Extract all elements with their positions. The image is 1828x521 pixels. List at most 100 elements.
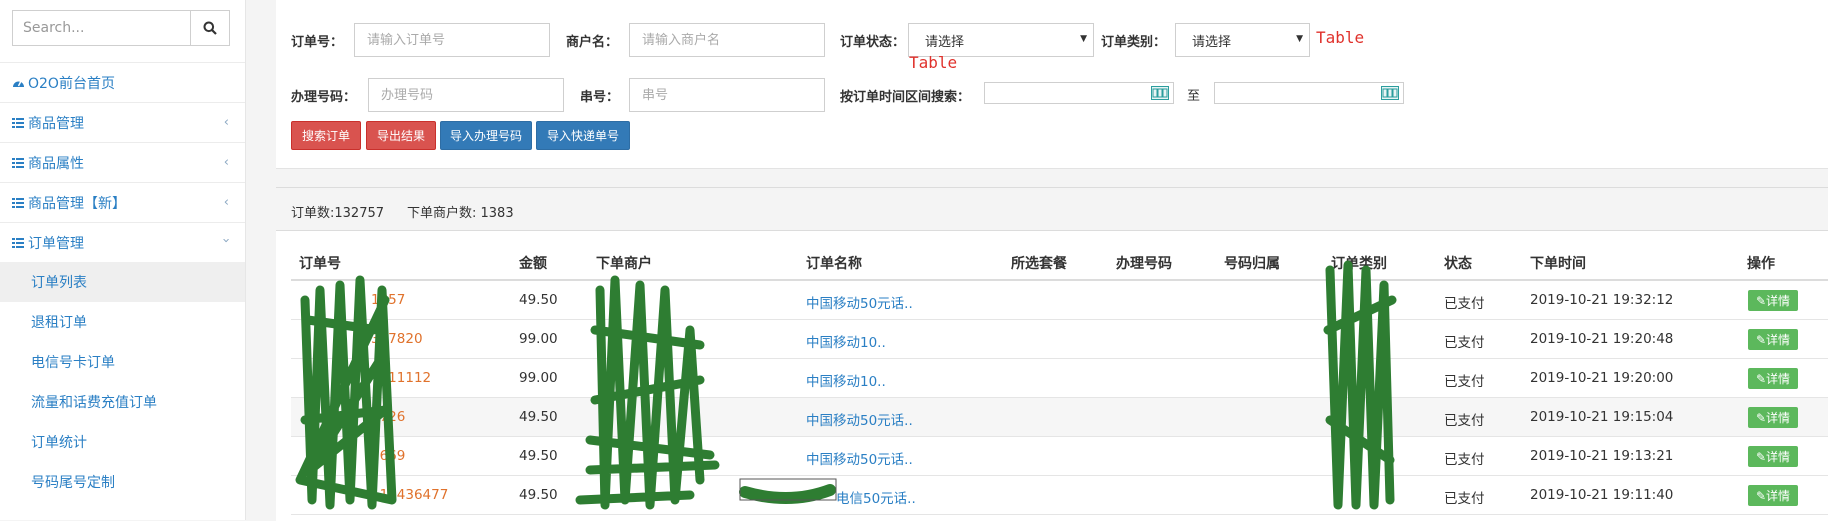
amount-cell: 49.50	[519, 292, 558, 308]
sidebar-subitem-stats[interactable]: 订单统计	[0, 422, 245, 462]
col-header-number-region: 号码归属	[1224, 256, 1280, 272]
col-header-status: 状态	[1444, 256, 1472, 272]
calendar-icon	[1381, 86, 1399, 100]
order-no-link[interactable]: 1857	[371, 292, 405, 308]
sidebar-item-o2o-home[interactable]: O2O前台首页	[0, 62, 245, 102]
detail-button-label: 详情	[1766, 450, 1791, 464]
chevron-left-icon: ‹	[223, 155, 229, 170]
sidebar-subitem-telecom-card[interactable]: 电信号卡订单	[0, 342, 245, 382]
sidebar-subitem-label: 号码尾号定制	[31, 475, 115, 491]
serial-label: 串号：	[580, 90, 620, 105]
amount-cell: 49.50	[519, 409, 558, 425]
table-row: 9726 49.50 中国移动50元话.. 已支付 2019-10-21 19:…	[291, 398, 1828, 437]
order-no-link[interactable]: 2669	[371, 448, 405, 464]
sidebar-subitem-refund-orders[interactable]: 退租订单	[0, 302, 245, 342]
detail-button[interactable]: ✎ 详情	[1748, 368, 1798, 389]
serial-input[interactable]	[629, 78, 825, 112]
col-header-handle-no: 办理号码	[1116, 256, 1172, 272]
sidebar-subitem-recharge[interactable]: 流量和话费充值订单	[0, 382, 245, 422]
col-header-time: 下单时间	[1530, 256, 1586, 272]
chevron-left-icon: ‹	[223, 195, 229, 210]
sidebar-item-label: 商品管理	[28, 115, 84, 132]
sidebar: O2O前台首页 商品管理 ‹ 商品属性 ‹ 商品管理【新】 ‹	[0, 0, 246, 520]
status-cell: 已支付	[1444, 452, 1485, 468]
col-header-order-name: 订单名称	[806, 256, 862, 272]
caret-down-icon: ▼	[1080, 34, 1087, 44]
detail-button[interactable]: ✎ 详情	[1748, 407, 1798, 428]
sidebar-item-orders[interactable]: 订单管理 ‹	[0, 222, 245, 262]
sidebar-item-goods-new[interactable]: 商品管理【新】 ‹	[0, 182, 245, 222]
amount-cell: 99.00	[519, 331, 558, 347]
col-header-category: 订单类别	[1331, 256, 1387, 272]
order-no-input[interactable]	[354, 23, 550, 57]
amount-cell: 99.00	[519, 370, 558, 386]
order-name-link[interactable]: 电信50元话..	[836, 487, 916, 507]
chevron-left-icon: ‹	[223, 115, 229, 130]
handle-no-input[interactable]	[368, 78, 564, 112]
detail-button-label: 详情	[1766, 372, 1791, 386]
status-cell: 已支付	[1444, 374, 1485, 390]
start-date-input[interactable]	[984, 82, 1174, 104]
sidebar-subitem-tail-number[interactable]: 号码尾号定制	[0, 462, 245, 502]
order-name-link[interactable]: 中国移动50元话..	[806, 409, 913, 429]
order-no-label: 订单号：	[291, 35, 344, 50]
status-cell: 已支付	[1444, 491, 1485, 507]
merchant-input[interactable]	[629, 23, 825, 57]
order-no-link[interactable]: 337820	[371, 331, 423, 347]
order-no-link[interactable]: 9726	[371, 409, 405, 425]
time-cell: 2019-10-21 19:32:12	[1530, 292, 1674, 308]
sidebar-item-goods[interactable]: 商品管理 ‹	[0, 102, 245, 142]
order-name-link[interactable]: 中国移动50元话..	[806, 292, 913, 312]
time-cell: 2019-10-21 19:20:00	[1530, 370, 1674, 386]
results-summary: 订单数:132757 下单商户数: 1383	[276, 188, 1828, 231]
chevron-down-icon: ‹	[218, 237, 234, 244]
col-header-amount: 金额	[519, 256, 547, 272]
order-count: 订单数:132757	[291, 206, 385, 221]
search-orders-button[interactable]: 搜索订单	[291, 121, 361, 150]
edit-icon: ✎	[1755, 488, 1767, 503]
detail-button[interactable]: ✎ 详情	[1748, 329, 1798, 350]
status-cell: 已支付	[1444, 335, 1485, 351]
sidebar-subitem-label: 电信号卡订单	[31, 355, 115, 371]
edit-icon: ✎	[1755, 410, 1767, 425]
sidebar-subitem-order-list[interactable]: 订单列表	[0, 262, 245, 302]
detail-button-label: 详情	[1766, 489, 1791, 503]
order-no-link[interactable]: 114436477	[371, 487, 448, 503]
detail-button[interactable]: ✎ 详情	[1748, 485, 1798, 506]
sidebar-item-goods-attr[interactable]: 商品属性 ‹	[0, 142, 245, 182]
import-handle-no-button[interactable]: 导入办理号码	[440, 121, 532, 150]
order-no-link[interactable]: 7211112	[371, 370, 431, 386]
edit-icon: ✎	[1755, 449, 1767, 464]
category-label: 订单类别：	[1101, 35, 1167, 50]
col-header-merchant: 下单商户	[596, 256, 652, 272]
import-express-no-button[interactable]: 导入快递单号	[536, 121, 630, 150]
category-select[interactable]: 请选择 ▼	[1175, 23, 1310, 57]
sidebar-search-input[interactable]	[12, 10, 190, 46]
list-icon	[12, 117, 26, 128]
merchant-count: 下单商户数: 1383	[407, 206, 514, 221]
sidebar-subitem-label: 订单统计	[31, 435, 87, 451]
detail-button[interactable]: ✎ 详情	[1748, 446, 1798, 467]
end-date-input[interactable]	[1214, 82, 1404, 104]
export-results-button[interactable]: 导出结果	[366, 121, 436, 150]
caret-down-icon: ▼	[1296, 34, 1303, 44]
sidebar-item-label: O2O前台首页	[28, 75, 115, 92]
search-button[interactable]	[190, 10, 230, 46]
order-name-link[interactable]: 中国移动10..	[806, 331, 886, 351]
status-select[interactable]: 请选择 ▼	[908, 23, 1094, 57]
category-select-value: 请选择	[1192, 34, 1232, 50]
order-name-link[interactable]: 中国移动10..	[806, 370, 886, 390]
to-separator: 至	[1187, 89, 1201, 104]
time-cell: 2019-10-21 19:20:48	[1530, 331, 1674, 347]
edit-icon: ✎	[1755, 371, 1767, 386]
time-cell: 2019-10-21 19:13:21	[1530, 448, 1674, 464]
list-icon	[12, 197, 26, 208]
sidebar-subitem-label: 流量和话费充值订单	[31, 395, 157, 411]
status-cell: 已支付	[1444, 413, 1485, 429]
order-name-link[interactable]: 中国移动50元话..	[806, 448, 913, 468]
overlay-table-label: Table	[909, 53, 958, 72]
status-select-value: 请选择	[925, 34, 965, 50]
table-row: 7211112 99.00 中国移动10.. 已支付 2019-10-21 19…	[291, 359, 1828, 398]
detail-button[interactable]: ✎ 详情	[1748, 290, 1798, 311]
calendar-icon	[1151, 86, 1169, 100]
